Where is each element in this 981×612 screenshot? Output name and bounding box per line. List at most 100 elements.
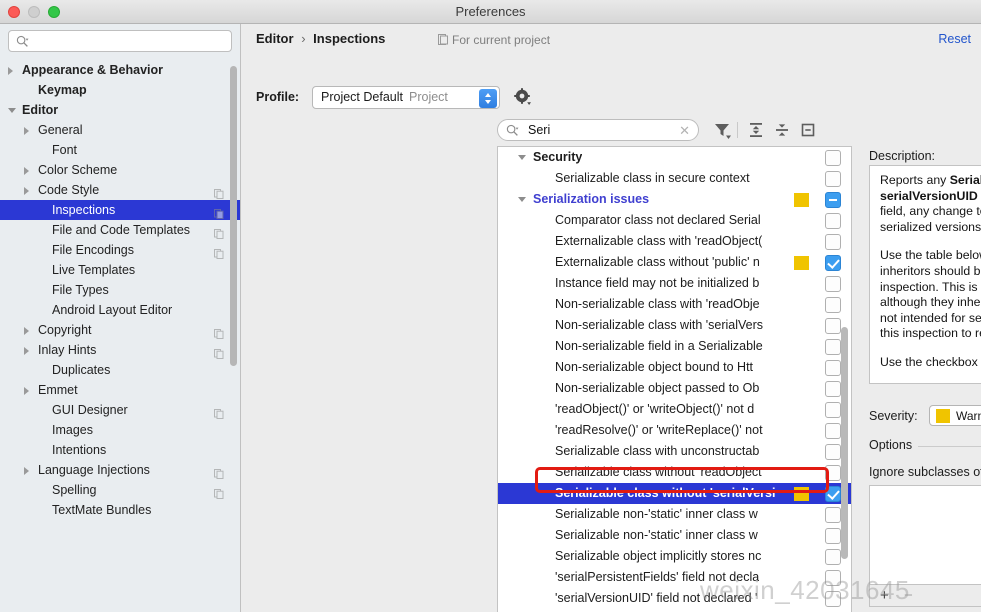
remove-button[interactable]: −	[904, 588, 913, 603]
inspection-enabled-checkbox[interactable]	[825, 339, 841, 355]
breadcrumb-root[interactable]: Editor	[256, 31, 294, 46]
profile-stepper[interactable]	[479, 89, 497, 108]
inspection-row[interactable]: Non-serializable object bound to Htt	[498, 357, 851, 378]
chevron-right-icon[interactable]	[24, 127, 29, 135]
reset-link[interactable]: Reset	[938, 32, 971, 46]
inspection-enabled-checkbox[interactable]	[825, 381, 841, 397]
inspection-row[interactable]: Externalizable class with 'readObject(	[498, 231, 851, 252]
inspection-enabled-checkbox[interactable]	[825, 276, 841, 292]
inspection-enabled-checkbox[interactable]	[825, 171, 841, 187]
inspection-row[interactable]: Serializable object implicitly stores nc	[498, 546, 851, 567]
clear-search-icon[interactable]: ✕	[679, 123, 690, 139]
sidebar-item-appearance-behavior[interactable]: Appearance & Behavior	[0, 60, 240, 80]
chevron-right-icon[interactable]	[24, 187, 29, 195]
inspection-enabled-checkbox[interactable]	[825, 255, 841, 271]
chevron-right-icon[interactable]	[24, 387, 29, 395]
inspection-row[interactable]: Non-serializable class with 'readObje	[498, 294, 851, 315]
collapse-all-button[interactable]	[772, 120, 792, 140]
filter-funnel-button[interactable]	[712, 120, 732, 140]
inspection-enabled-checkbox[interactable]	[825, 591, 841, 607]
profile-select[interactable]: Project Default Project	[312, 86, 500, 109]
inspections-list[interactable]: Security Serializable class in secure con…	[497, 146, 852, 612]
sidebar-item-font[interactable]: Font	[0, 140, 240, 160]
inspection-row[interactable]: Non-serializable field in a Serializable	[498, 336, 851, 357]
sidebar-item-android-layout-editor[interactable]: Android Layout Editor	[0, 300, 240, 320]
inspection-row[interactable]: Non-serializable object passed to Ob	[498, 378, 851, 399]
inspection-row[interactable]: 'readResolve()' or 'writeReplace()' not	[498, 420, 851, 441]
inspection-row[interactable]: 'serialVersionUID' field not declared '	[498, 588, 851, 609]
inspection-row[interactable]: Instance field may not be initialized b	[498, 273, 851, 294]
inspection-enabled-checkbox[interactable]	[825, 234, 841, 250]
sidebar-item-file-and-code-templates[interactable]: File and Code Templates	[0, 220, 240, 240]
sidebar-item-file-encodings[interactable]: File Encodings	[0, 240, 240, 260]
inspection-enabled-checkbox[interactable]	[825, 465, 841, 481]
ignore-subclasses-table[interactable]: Nothing to show	[869, 485, 981, 585]
inspection-row[interactable]: Comparator class not declared Serial	[498, 210, 851, 231]
copy-settings-icon[interactable]	[214, 405, 224, 420]
sidebar-item-general[interactable]: General	[0, 120, 240, 140]
sidebar-item-copyright[interactable]: Copyright	[0, 320, 240, 340]
inspection-enabled-checkbox[interactable]	[825, 423, 841, 439]
inspections-scrollbar[interactable]	[841, 327, 848, 559]
sidebar-item-inspections[interactable]: Inspections	[0, 200, 240, 220]
copy-settings-icon[interactable]	[214, 245, 224, 260]
inspection-enabled-checkbox[interactable]	[825, 402, 841, 418]
inspection-row[interactable]: 'readObject()' or 'writeObject()' not d	[498, 399, 851, 420]
copy-settings-icon[interactable]	[214, 485, 224, 500]
sidebar-item-language-injections[interactable]: Language Injections	[0, 460, 240, 480]
add-button[interactable]: +	[880, 588, 889, 603]
sidebar-item-keymap[interactable]: Keymap	[0, 80, 240, 100]
chevron-down-icon[interactable]	[518, 155, 526, 160]
inspection-row[interactable]: Serializable non-'static' inner class w	[498, 504, 851, 525]
sidebar-item-color-scheme[interactable]: Color Scheme	[0, 160, 240, 180]
inspection-row[interactable]: Serializable class in secure context	[498, 168, 851, 189]
copy-settings-icon[interactable]	[214, 345, 224, 360]
inspection-row[interactable]: 'serialPersistentFields' field not decla	[498, 567, 851, 588]
sidebar-item-images[interactable]: Images	[0, 420, 240, 440]
sidebar-tree[interactable]: Appearance & Behavior Keymap Editor General…	[0, 60, 240, 612]
sidebar-item-editor[interactable]: Editor	[0, 100, 240, 120]
copy-settings-icon[interactable]	[214, 465, 224, 480]
inspection-enabled-checkbox[interactable]	[825, 570, 841, 586]
copy-settings-icon[interactable]	[214, 225, 224, 240]
chevron-right-icon[interactable]	[24, 327, 29, 335]
copy-settings-icon[interactable]	[214, 205, 224, 220]
chevron-right-icon[interactable]	[24, 167, 29, 175]
chevron-right-icon[interactable]	[8, 67, 13, 75]
copy-settings-icon[interactable]	[214, 325, 224, 340]
sidebar-search-box[interactable]	[8, 30, 232, 52]
inspection-group-row[interactable]: Serialization issues	[498, 189, 851, 210]
inspection-row[interactable]: Non-serializable class with 'serialVers	[498, 315, 851, 336]
chevron-down-icon[interactable]	[8, 108, 16, 113]
sidebar-item-intentions[interactable]: Intentions	[0, 440, 240, 460]
inspection-enabled-checkbox[interactable]	[825, 360, 841, 376]
sidebar-item-live-templates[interactable]: Live Templates	[0, 260, 240, 280]
inspection-group-row[interactable]: Security	[498, 147, 851, 168]
copy-settings-icon[interactable]	[214, 185, 224, 200]
inspection-enabled-checkbox[interactable]	[825, 444, 841, 460]
inspection-enabled-checkbox[interactable]	[825, 213, 841, 229]
sidebar-item-textmate-bundles[interactable]: TextMate Bundles	[0, 500, 240, 520]
gear-icon[interactable]	[514, 88, 532, 106]
expand-all-button[interactable]	[746, 120, 766, 140]
sidebar-item-duplicates[interactable]: Duplicates	[0, 360, 240, 380]
sidebar-item-gui-designer[interactable]: GUI Designer	[0, 400, 240, 420]
inspection-enabled-checkbox[interactable]	[825, 192, 841, 208]
inspection-enabled-checkbox[interactable]	[825, 549, 841, 565]
inspection-row[interactable]: Externalizable class without 'public' n	[498, 252, 851, 273]
sidebar-item-spelling[interactable]: Spelling	[0, 480, 240, 500]
sidebar-search-input[interactable]	[35, 31, 225, 51]
chevron-right-icon[interactable]	[24, 347, 29, 355]
sidebar-item-emmet[interactable]: Emmet	[0, 380, 240, 400]
inspection-enabled-checkbox[interactable]	[825, 150, 841, 166]
sidebar-item-code-style[interactable]: Code Style	[0, 180, 240, 200]
chevron-down-icon[interactable]	[518, 197, 526, 202]
inspection-row[interactable]: Serializable class with unconstructab	[498, 441, 851, 462]
severity-dropdown[interactable]: Warning	[929, 405, 981, 426]
inspection-enabled-checkbox[interactable]	[825, 507, 841, 523]
sidebar-item-inlay-hints[interactable]: Inlay Hints	[0, 340, 240, 360]
sidebar-item-file-types[interactable]: File Types	[0, 280, 240, 300]
inspection-enabled-checkbox[interactable]	[825, 486, 841, 502]
inspection-row[interactable]: Serializable non-'static' inner class w	[498, 525, 851, 546]
inspection-row[interactable]: Serializable class without 'readObject	[498, 462, 851, 483]
